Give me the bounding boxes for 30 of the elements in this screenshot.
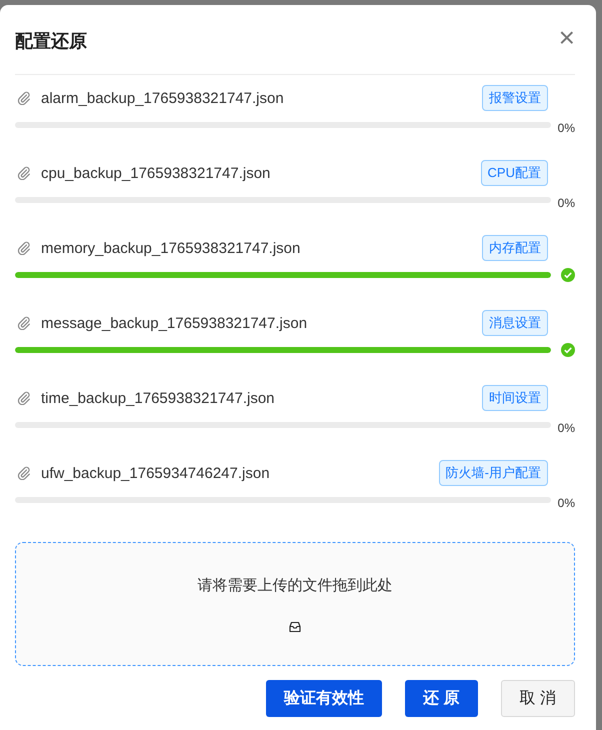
file-name[interactable]: cpu_backup_1765938321747.json: [41, 164, 481, 182]
file-name[interactable]: time_backup_1765938321747.json: [41, 390, 482, 406]
dropzone-hint: 请将需要上传的文件拖到此处: [198, 576, 392, 594]
file-name[interactable]: ufw_backup_1765934746247.json: [41, 464, 439, 482]
category-tag: 内存配置: [482, 235, 548, 261]
progress-percent: 0%: [558, 196, 575, 210]
primary-button[interactable]: 验证有效性: [266, 680, 382, 717]
file-name[interactable]: alarm_backup_1765938321747.json: [41, 90, 482, 106]
cancel-button[interactable]: 取 消: [500, 680, 575, 717]
paperclip-icon: [17, 241, 31, 255]
paperclip-icon: [17, 466, 31, 480]
category-tag: 消息设置: [482, 310, 548, 336]
paperclip-icon: [17, 91, 31, 105]
progress-percent: 0%: [558, 120, 575, 134]
primary-button[interactable]: 还 原: [405, 680, 478, 717]
inbox-icon: [289, 620, 301, 632]
category-tag: 报警设置: [482, 85, 548, 111]
category-tag: 时间设置: [482, 385, 548, 411]
file-name[interactable]: message_backup_1765938321747.json: [41, 314, 482, 332]
paperclip-icon: [17, 391, 31, 405]
progress-percent: 0%: [558, 496, 575, 510]
category-tag: 防火墙-用户配置: [438, 460, 548, 486]
close-button[interactable]: ×: [558, 24, 575, 56]
category-tag: CPU配置: [480, 160, 548, 186]
dialog-title: 配置还原: [15, 30, 87, 52]
upload-dropzone[interactable]: 请将需要上传的文件拖到此处: [15, 542, 575, 666]
paperclip-icon: [17, 316, 31, 330]
paperclip-icon: [17, 166, 31, 180]
progress-percent: 0%: [558, 420, 575, 434]
file-name[interactable]: memory_backup_1765938321747.json: [41, 240, 482, 256]
